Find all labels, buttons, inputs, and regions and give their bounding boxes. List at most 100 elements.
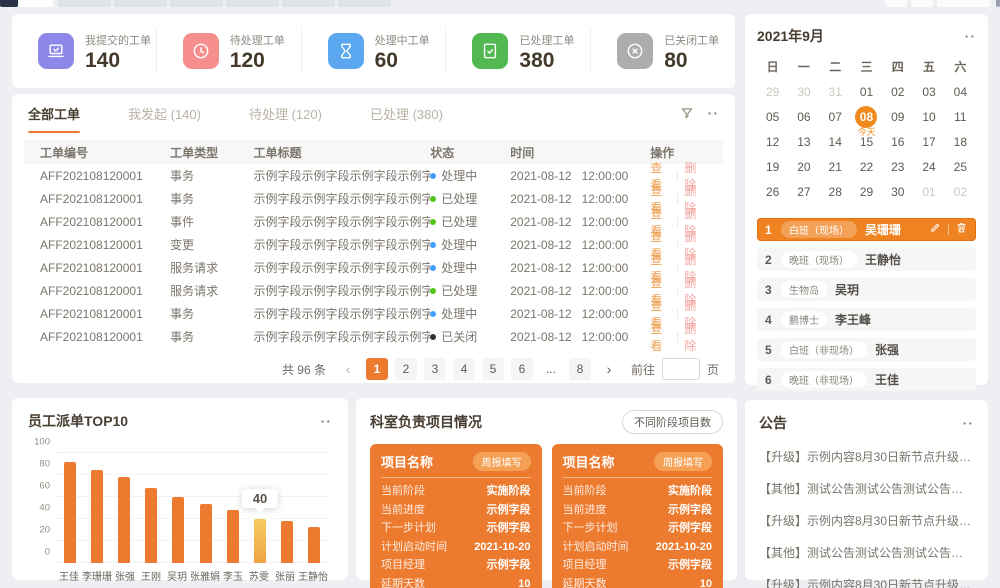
bar-李珊珊[interactable]	[91, 470, 103, 564]
calendar-day[interactable]: 01	[851, 79, 882, 104]
calendar-day[interactable]: 22	[851, 154, 882, 179]
prev-page-button[interactable]: ‹	[337, 358, 359, 380]
bar-张丽[interactable]	[281, 521, 293, 563]
calendar-day[interactable]: 21	[820, 154, 851, 179]
more-icon[interactable]: ··	[321, 414, 332, 428]
tab-workorders-2[interactable]: 待处理 (120)	[249, 104, 322, 123]
cell-status: 已关闭	[430, 328, 510, 345]
calendar-day[interactable]: 20	[788, 154, 819, 179]
tab-workorders-1[interactable]: 我发起 (140)	[128, 104, 201, 123]
calendar-day[interactable]: 03	[913, 79, 944, 104]
calendar-day[interactable]: 06	[788, 104, 819, 129]
more-icon[interactable]: ··	[963, 416, 974, 430]
duty-row[interactable]: 2晚班（现场）王静怡	[757, 248, 976, 271]
calendar-day[interactable]: 29	[851, 179, 882, 204]
tab-stub[interactable]	[885, 0, 907, 7]
page-button-2[interactable]: 2	[395, 358, 417, 380]
tab-stub[interactable]	[226, 0, 279, 7]
bar-李玉[interactable]	[227, 510, 239, 563]
calendar-day[interactable]: 23	[882, 154, 913, 179]
duty-row[interactable]: 3生物岛吴玥	[757, 278, 976, 301]
tab-stub[interactable]	[937, 0, 990, 7]
view-link[interactable]: 查看	[650, 320, 669, 354]
duty-row[interactable]: 1白班（现场）吴珊珊	[757, 218, 976, 241]
tab-stub[interactable]	[19, 0, 53, 7]
page-button-4[interactable]: 4	[453, 358, 475, 380]
tab-stub[interactable]	[58, 0, 111, 7]
duty-row[interactable]: 5白班（非现场）张强	[757, 338, 976, 361]
field-value: 2021-10-20	[474, 538, 530, 557]
weekly-report-badge[interactable]: 周报填写	[654, 452, 712, 471]
calendar-day[interactable]: 17	[913, 129, 944, 154]
page-button-1[interactable]: 1	[366, 358, 388, 380]
more-icon[interactable]: ··	[708, 106, 719, 120]
notice-item[interactable]: 【升级】示例内容8月30日新节点升级计划通知	[759, 576, 974, 588]
calendar-day[interactable]: 04	[945, 79, 976, 104]
duty-row[interactable]: 6晚班（非现场）王佳	[757, 368, 976, 391]
notice-item[interactable]: 【升级】示例内容8月30日新节点升级计划通知	[759, 512, 974, 529]
bar-吴玥[interactable]	[172, 497, 184, 563]
calendar-day[interactable]: 28	[820, 179, 851, 204]
calendar-day[interactable]: 12	[757, 129, 788, 154]
calendar-panel: 2021年9月 ·· 日一二三四五六 293031010203040506070…	[745, 14, 988, 385]
edit-icon[interactable]	[929, 221, 942, 239]
tab-workorders-3[interactable]: 已处理 (380)	[370, 104, 443, 123]
bar-张雅娟[interactable]	[200, 504, 212, 563]
bar-苏雯[interactable]	[254, 519, 266, 563]
calendar-day[interactable]: 05	[757, 104, 788, 129]
project-stage-count-button[interactable]: 不同阶段项目数	[622, 410, 723, 434]
calendar-day[interactable]: 24	[913, 154, 944, 179]
tab-stub[interactable]	[911, 0, 933, 7]
calendar-day[interactable]: 31	[820, 79, 851, 104]
calendar-day[interactable]: 08今天	[851, 104, 882, 129]
calendar-day[interactable]: 14	[820, 129, 851, 154]
calendar-day[interactable]: 11	[945, 104, 976, 129]
calendar-day[interactable]: 16	[882, 129, 913, 154]
calendar-day[interactable]: 26	[757, 179, 788, 204]
more-icon[interactable]: ··	[965, 29, 976, 43]
calendar-day[interactable]: 13	[788, 129, 819, 154]
goto-page-input[interactable]	[662, 358, 700, 380]
calendar-day[interactable]: 09	[882, 104, 913, 129]
tab-stub[interactable]	[282, 0, 335, 7]
weekday-label: 五	[913, 58, 944, 75]
calendar-day[interactable]: 30	[882, 179, 913, 204]
calendar-day[interactable]: 30	[788, 79, 819, 104]
bar-王静怡[interactable]	[308, 527, 320, 563]
tab-stub[interactable]	[114, 0, 167, 7]
calendar-day[interactable]: 10	[913, 104, 944, 129]
calendar-day[interactable]: 07	[820, 104, 851, 129]
bar-王刚[interactable]	[145, 488, 157, 563]
delete-link[interactable]: 删除	[684, 320, 703, 354]
calendar-day[interactable]: 02	[882, 79, 913, 104]
duty-row[interactable]: 4鹏博士李王峰	[757, 308, 976, 331]
notice-item[interactable]: 【其他】测试公告测试公告测试公告测试公告测试公告	[759, 480, 974, 497]
calendar-day[interactable]: 27	[788, 179, 819, 204]
weekday-label: 二	[820, 58, 851, 75]
tab-stub[interactable]	[170, 0, 223, 7]
next-page-button[interactable]: ›	[598, 358, 620, 380]
tab-workorders-0[interactable]: 全部工单	[28, 104, 80, 123]
bar-王佳[interactable]	[64, 462, 76, 563]
notice-item[interactable]: 【其他】测试公告测试公告测试公告测试公告测试公告	[759, 544, 974, 561]
calendar-day[interactable]: 19	[757, 154, 788, 179]
weekly-report-badge[interactable]: 周报填写	[473, 452, 531, 471]
notice-item[interactable]: 【升级】示例内容8月30日新节点升级计划通知	[759, 448, 974, 465]
project-card[interactable]: 项目名称周报填写当前阶段实施阶段当前进度示例字段下一步计划示例字段计划启动时间2…	[552, 444, 724, 588]
bar-张强[interactable]	[118, 477, 130, 563]
filter-icon[interactable]	[680, 106, 694, 120]
calendar-day[interactable]: 29	[757, 79, 788, 104]
page-button-5[interactable]: 5	[482, 358, 504, 380]
calendar-day[interactable]: 18	[945, 129, 976, 154]
calendar-day[interactable]: 02	[945, 179, 976, 204]
calendar-day[interactable]: 01	[913, 179, 944, 204]
page-button-8[interactable]: 8	[569, 358, 591, 380]
scrollbar[interactable]	[996, 0, 1000, 7]
page-button-6[interactable]: 6	[511, 358, 533, 380]
project-card[interactable]: 项目名称周报填写当前阶段实施阶段当前进度示例字段下一步计划示例字段计划启动时间2…	[370, 444, 542, 588]
tab-stub[interactable]	[338, 0, 391, 7]
trash-icon[interactable]	[955, 221, 968, 239]
active-tab-stub[interactable]	[0, 0, 18, 7]
page-button-3[interactable]: 3	[424, 358, 446, 380]
calendar-day[interactable]: 25	[945, 154, 976, 179]
